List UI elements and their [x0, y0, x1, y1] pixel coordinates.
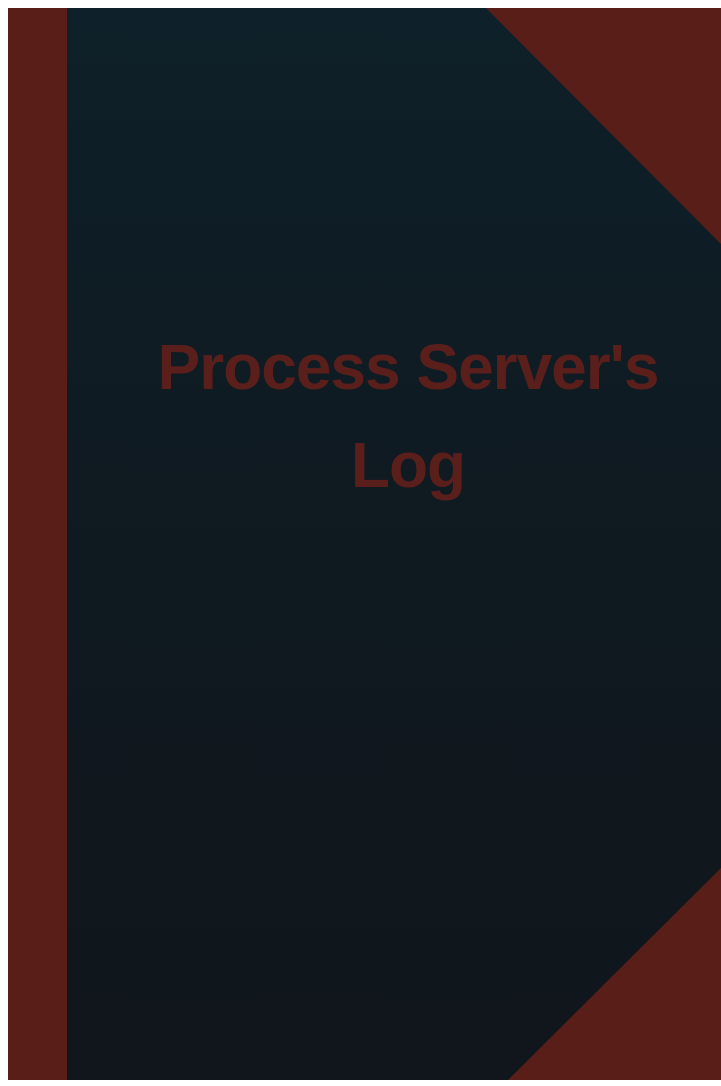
- cover-title-line-1: Process Server's: [157, 331, 660, 403]
- bottom-corner-shape: [508, 868, 721, 1080]
- cover-title: Process Server's Log: [103, 318, 713, 514]
- book-cover-image: Process Server's Log: [0, 0, 721, 1086]
- cover-bottom-corner: [508, 868, 721, 1080]
- cover-top-corner: [486, 8, 721, 244]
- cover-spine-strip: [8, 8, 67, 1080]
- book-cover: Process Server's Log: [8, 8, 721, 1080]
- cover-title-line-2: Log: [350, 429, 466, 501]
- top-corner-shape: [486, 8, 721, 244]
